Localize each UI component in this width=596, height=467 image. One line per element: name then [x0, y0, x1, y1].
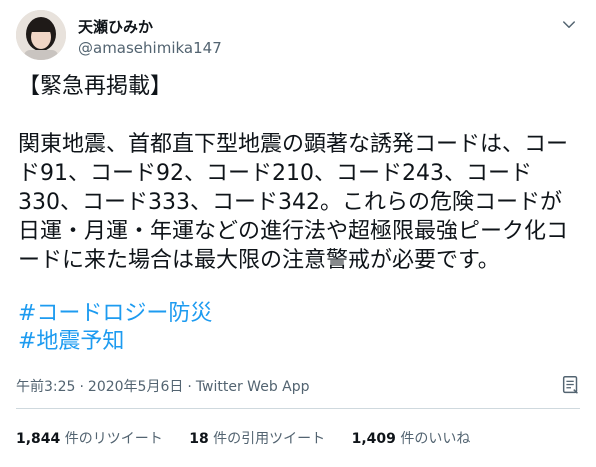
tweet-time[interactable]: 午前3:25: [16, 379, 75, 395]
retweets-count: 1,844: [16, 431, 61, 447]
quotes-count: 18: [189, 431, 209, 447]
hashtag-list: #コードロジー防災 #地震予知: [18, 300, 212, 356]
tweet-source[interactable]: Twitter Web App: [196, 379, 310, 395]
tweet-analytics-icon[interactable]: [560, 374, 582, 396]
tweet-stats: 1,844 件のリツイート 18 件の引用ツイート 1,409 件のいいね: [16, 428, 492, 448]
hashtag-link[interactable]: #地震予知: [18, 328, 212, 356]
retweets-label: 件のリツイート: [64, 431, 163, 447]
chevron-down-icon[interactable]: [560, 16, 578, 34]
quotes-label: 件の引用ツイート: [213, 431, 326, 447]
retweets-stat[interactable]: 1,844 件のリツイート: [16, 428, 163, 448]
user-handle[interactable]: @amasehimika147: [78, 39, 222, 57]
avatar[interactable]: [16, 10, 66, 60]
divider: [16, 408, 580, 409]
tweet-date[interactable]: 2020年5月6日: [88, 379, 183, 395]
separator-dot: ·: [79, 379, 84, 395]
avatar-image: [16, 10, 66, 60]
tweet-title: 【緊急再掲載】: [18, 74, 173, 99]
display-name[interactable]: 天瀬ひみか: [78, 16, 153, 37]
quotes-stat[interactable]: 18 件の引用ツイート: [189, 428, 325, 448]
hashtag-link[interactable]: #コードロジー防災: [18, 300, 212, 328]
separator-dot: ·: [187, 379, 192, 395]
tweet-meta: 午前3:25 · 2020年5月6日 · Twitter Web App: [16, 376, 310, 396]
likes-label: 件のいいね: [400, 431, 471, 447]
likes-stat[interactable]: 1,409 件のいいね: [352, 428, 471, 448]
tweet-text: 【緊急再掲載】関東地震、首都直下型地震の顕著な誘発コードは、コード91、コード9…: [18, 72, 583, 275]
tweet-body: 関東地震、首都直下型地震の顕著な誘発コードは、コード91、コード92、コード21…: [18, 132, 569, 273]
tweet-header: 天瀬ひみか @amasehimika147: [16, 10, 580, 66]
likes-count: 1,409: [351, 431, 396, 447]
